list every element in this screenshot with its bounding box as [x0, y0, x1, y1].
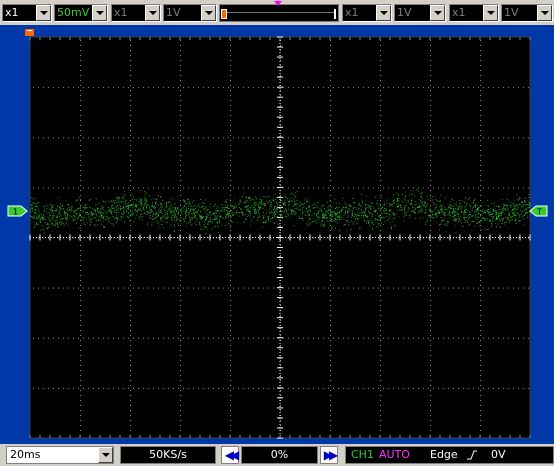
chevron-down-icon[interactable] — [36, 5, 51, 21]
scroll-right-button[interactable]: ▶▶ — [320, 446, 338, 464]
rising-edge-icon — [466, 449, 478, 466]
ch4-probe-value: x1 — [452, 6, 466, 19]
ground-marker-icon[interactable] — [25, 29, 34, 36]
trigger-info-panel[interactable]: CH1 AUTO Edge 0V — [345, 446, 554, 464]
chevron-down-icon[interactable] — [430, 5, 445, 21]
chevron-down-icon[interactable] — [483, 5, 498, 21]
trigger-position-slider[interactable] — [219, 4, 339, 22]
timebase-value: 20ms — [10, 448, 41, 461]
ch3-volts-value: 1V — [397, 6, 412, 19]
trigger-channel: CH1 — [351, 448, 374, 461]
position-value: 0% — [270, 448, 289, 461]
scope-canvas[interactable]: 1 T — [0, 25, 554, 444]
ch1-probe-select[interactable]: x1 — [2, 4, 52, 22]
position-display: 0% — [241, 446, 318, 464]
ch1-level-marker-label: 1 — [13, 208, 18, 217]
channel-toolbar: x1 50mV x1 1V x1 1V x1 1V — [0, 0, 554, 25]
trigger-type: Edge — [430, 448, 458, 461]
trigger-level: 0V — [491, 448, 506, 461]
chevron-down-icon[interactable] — [537, 5, 552, 21]
ch1-volts-value: 50mV — [57, 6, 90, 19]
sample-rate-display: 50KS/s — [120, 446, 216, 464]
ch2-probe-value: x1 — [114, 6, 128, 19]
double-chevron-left-icon: ◀◀ — [224, 448, 240, 462]
ch3-volts-select[interactable]: 1V — [394, 4, 446, 22]
sample-rate-value: 50KS/s — [149, 448, 187, 461]
timebase-select[interactable]: 20ms — [6, 446, 114, 464]
ch3-probe-value: x1 — [345, 6, 359, 19]
ch2-volts-value: 1V — [166, 6, 181, 19]
chevron-down-icon[interactable] — [145, 5, 160, 21]
slider-right-handle[interactable] — [334, 9, 336, 19]
slider-left-handle[interactable] — [221, 9, 227, 19]
ch3-probe-select[interactable]: x1 — [342, 4, 392, 22]
trigger-mode: AUTO — [379, 448, 410, 461]
scope-display[interactable]: 1 T — [0, 25, 554, 444]
ch1-volts-select[interactable]: 50mV — [54, 4, 108, 22]
double-chevron-right-icon: ▶▶ — [323, 448, 339, 462]
chevron-down-icon[interactable] — [376, 5, 391, 21]
trigger-level-marker-label: T — [536, 208, 542, 217]
ch4-probe-select[interactable]: x1 — [449, 4, 499, 22]
ch4-volts-value: 1V — [504, 6, 519, 19]
chevron-down-icon[interactable] — [201, 5, 216, 21]
chevron-down-icon[interactable] — [98, 447, 113, 463]
slider-track — [226, 12, 335, 13]
status-bar: 20ms 50KS/s ◀◀ 0% ▶▶ CH1 AUTO Edge 0V — [0, 444, 554, 466]
ch2-volts-select[interactable]: 1V — [163, 4, 217, 22]
chevron-down-icon[interactable] — [92, 5, 107, 21]
ch1-probe-value: x1 — [5, 6, 19, 19]
scroll-left-button[interactable]: ◀◀ — [221, 446, 239, 464]
ch4-volts-select[interactable]: 1V — [501, 4, 553, 22]
trigger-position-marker-icon — [274, 1, 282, 6]
ch2-probe-select[interactable]: x1 — [111, 4, 161, 22]
